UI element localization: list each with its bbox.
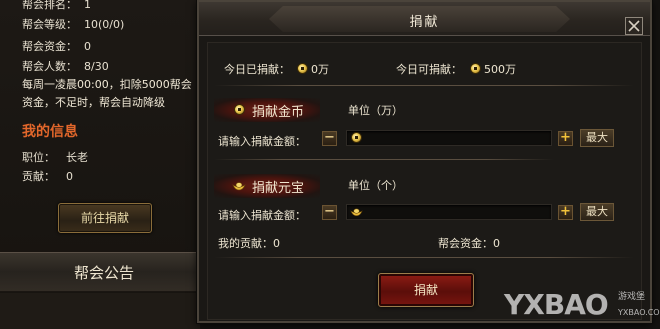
my-contribution-text: 我的贡献：0 bbox=[218, 237, 280, 250]
ingot-icon bbox=[232, 182, 246, 191]
contribution-value: 0 bbox=[66, 170, 73, 183]
divider bbox=[214, 85, 634, 86]
gold-coin-icon bbox=[470, 63, 481, 74]
close-icon bbox=[628, 20, 640, 32]
gold-plus-button[interactable]: + bbox=[558, 131, 573, 146]
donate-button[interactable]: 捐献 bbox=[378, 273, 474, 307]
watermark-logo: YXBAO bbox=[504, 288, 609, 321]
guild-funds-text: 帮会资金：0 bbox=[438, 237, 500, 250]
gold-minus-button[interactable]: − bbox=[322, 131, 337, 146]
my-info-title: 我的信息 bbox=[22, 124, 78, 140]
guild-members-value: 8/30 bbox=[84, 60, 109, 73]
guild-notice: 每周一凌晨00:00，扣除5000帮会 资金，不足时，帮会自动降级 bbox=[22, 76, 200, 112]
gold-input-label: 请输入捐献金额： bbox=[218, 135, 306, 148]
guild-rank-row: 帮会排名： 1 bbox=[22, 0, 91, 12]
yuanbao-plus-button[interactable]: + bbox=[558, 205, 573, 220]
gold-unit-label: 单位（万） bbox=[348, 104, 403, 117]
today-available-label: 今日可捐献： bbox=[396, 63, 462, 76]
announcement-tab-label: 帮会公告 bbox=[74, 264, 135, 282]
yuanbao-unit-label: 单位（个） bbox=[348, 179, 403, 192]
watermark-sub: 游戏堡 bbox=[618, 292, 646, 302]
position-label: 职位： bbox=[22, 151, 55, 164]
gold-amount-input[interactable] bbox=[346, 130, 552, 146]
guild-members-row: 帮会人数： 8/30 bbox=[22, 58, 109, 74]
gold-coin-icon bbox=[351, 132, 362, 143]
site-watermark: YXBAO 游戏堡 YXBAO.COM bbox=[500, 284, 660, 329]
dialog-content: 今日已捐献： 0万 今日可捐献： 500万 捐献金币 单位（万） 请输入捐献金额… bbox=[207, 42, 642, 320]
gold-coin-icon bbox=[234, 104, 245, 115]
goto-donate-button[interactable]: 前往捐献 bbox=[58, 203, 152, 233]
today-donated-label: 今日已捐献： bbox=[224, 63, 290, 76]
yuanbao-section-label: 捐献元宝 bbox=[252, 181, 305, 196]
guild-level-label: 帮会等级： bbox=[22, 18, 77, 31]
left-panel-footer bbox=[0, 293, 200, 329]
close-button[interactable] bbox=[625, 17, 643, 35]
dialog-title: 捐献 bbox=[409, 15, 440, 30]
contribution-row: 贡献： 0 bbox=[22, 168, 73, 184]
yuanbao-max-button[interactable]: 最大 bbox=[580, 203, 614, 221]
gold-coin-icon bbox=[297, 63, 308, 74]
guild-rank-label: 帮会排名： bbox=[22, 0, 77, 11]
position-value: 长老 bbox=[66, 151, 88, 164]
watermark-url: YXBAO.COM bbox=[618, 308, 660, 317]
guild-rank-value: 1 bbox=[84, 0, 91, 11]
guild-funds-row: 帮会资金： 0 bbox=[22, 38, 91, 54]
gold-section-label: 捐献金币 bbox=[252, 105, 305, 120]
guild-funds-label: 帮会资金： bbox=[22, 40, 77, 53]
contribution-label: 贡献： bbox=[22, 170, 55, 183]
gold-max-button[interactable]: 最大 bbox=[580, 129, 614, 147]
position-row: 职位： 长老 bbox=[22, 149, 88, 165]
yuanbao-amount-input[interactable] bbox=[346, 204, 552, 220]
today-donated-value: 0万 bbox=[311, 63, 329, 76]
guild-level-row: 帮会等级： 10(0/0) bbox=[22, 16, 124, 32]
yuanbao-minus-button[interactable]: − bbox=[322, 205, 337, 220]
guild-members-label: 帮会人数： bbox=[22, 60, 77, 73]
guild-notice-line-1: 每周一凌晨00:00，扣除5000帮会 bbox=[22, 78, 192, 91]
guild-funds-value: 0 bbox=[84, 40, 91, 53]
donate-dialog: 捐献 今日已捐献： 0万 今日可捐献： 500万 捐献金币 单位（万） 请输入捐… bbox=[197, 0, 652, 323]
guild-level-value: 10(0/0) bbox=[84, 18, 125, 31]
today-available-value: 500万 bbox=[484, 63, 516, 76]
divider bbox=[214, 257, 634, 258]
divider bbox=[214, 159, 554, 160]
yuanbao-input-label: 请输入捐献金额： bbox=[218, 209, 306, 222]
guild-notice-line-2: 资金，不足时，帮会自动降级 bbox=[22, 96, 165, 109]
ingot-icon bbox=[350, 208, 363, 216]
